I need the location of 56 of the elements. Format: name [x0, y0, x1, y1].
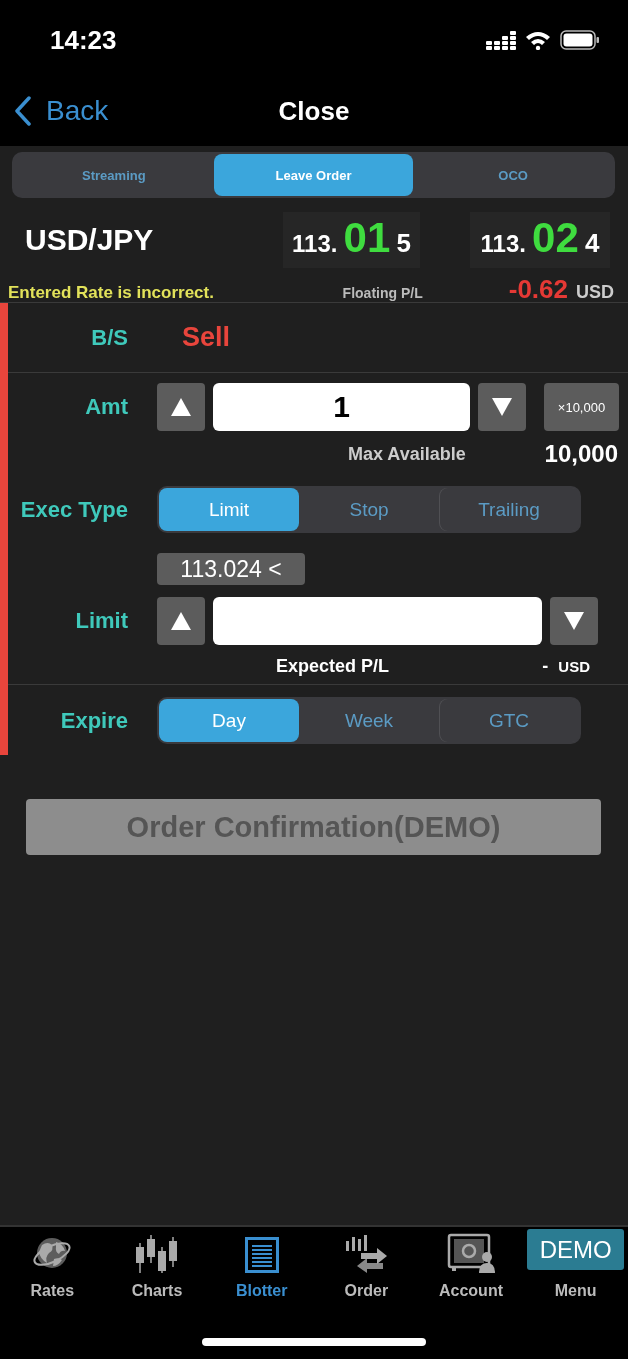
screen-title: Close — [278, 95, 350, 127]
back-button[interactable]: Back — [0, 95, 109, 127]
rate-hint: 113.024 < — [157, 553, 305, 585]
tab-bar-item[interactable]: Rates — [0, 1227, 105, 1300]
expire-label: Expire — [59, 707, 128, 734]
expected-pl-value: - — [542, 655, 549, 677]
multiplier-button[interactable]: ×10,000 — [544, 383, 619, 431]
order-type-option[interactable]: Streaming — [14, 154, 214, 196]
floating-pl-value: -0.62 — [508, 274, 568, 305]
safe-person-icon — [447, 1233, 495, 1273]
increase-button[interactable] — [157, 597, 205, 645]
list-document-icon — [244, 1237, 279, 1273]
tab-bar-item[interactable]: Charts — [104, 1227, 210, 1300]
signal-icon — [486, 30, 516, 50]
up-triangle-icon — [171, 398, 191, 416]
limit-label: Limit — [74, 608, 128, 634]
order-type-option[interactable]: OCO — [413, 154, 613, 196]
bid-price: 113.01 5 — [283, 212, 420, 268]
expire-option[interactable]: GTC — [439, 699, 579, 742]
status-time: 14:23 — [50, 24, 117, 56]
amount-label: Amt — [84, 394, 128, 420]
side-value: Sell — [182, 322, 231, 353]
floating-pl-currency: USD — [576, 282, 614, 303]
error-message: Entered Rate is incorrect. — [8, 283, 215, 303]
tab-bar-item[interactable]: Blotter — [209, 1227, 314, 1300]
demo-badge: DEMO — [527, 1229, 625, 1270]
expected-pl-label: Expected P/L — [276, 655, 390, 677]
tab-bar-item[interactable]: Order — [314, 1227, 419, 1300]
limit-rate-field[interactable] — [213, 597, 542, 645]
tab-bar-item[interactable]: DEMO Menu — [523, 1227, 628, 1300]
order-type-option[interactable]: Leave Order — [213, 154, 414, 196]
amount-field[interactable]: 1 — [213, 383, 470, 431]
exec-type-option[interactable]: Limit — [159, 488, 299, 531]
exec-type-label: Exec Type — [19, 496, 128, 523]
expected-pl-currency: USD — [558, 657, 590, 675]
expire-option[interactable]: Day — [159, 699, 299, 742]
decrease-button[interactable] — [550, 597, 598, 645]
currency-pair: USD/JPY — [24, 223, 155, 257]
candlestick-icon — [135, 1233, 179, 1273]
decrease-button[interactable] — [478, 383, 526, 431]
max-available-label: Max Available — [348, 443, 466, 465]
ask-price: 113.02 4 — [470, 212, 610, 268]
up-triangle-icon — [171, 612, 191, 630]
down-triangle-icon — [564, 612, 584, 630]
exec-type-option[interactable]: Stop — [299, 488, 439, 531]
side-label: B/S — [90, 324, 128, 351]
battery-icon — [560, 30, 600, 50]
floating-pl-label: Floating P/L — [342, 285, 423, 301]
expire-option[interactable]: Week — [299, 699, 439, 742]
max-available-value: 10,000 — [544, 440, 618, 468]
down-triangle-icon — [492, 398, 512, 416]
wifi-icon — [525, 30, 551, 50]
chevron-left-icon — [14, 96, 32, 126]
increase-button[interactable] — [157, 383, 205, 431]
tab-bar-item[interactable]: Account — [418, 1227, 524, 1300]
exec-type-option[interactable]: Trailing — [439, 488, 579, 531]
